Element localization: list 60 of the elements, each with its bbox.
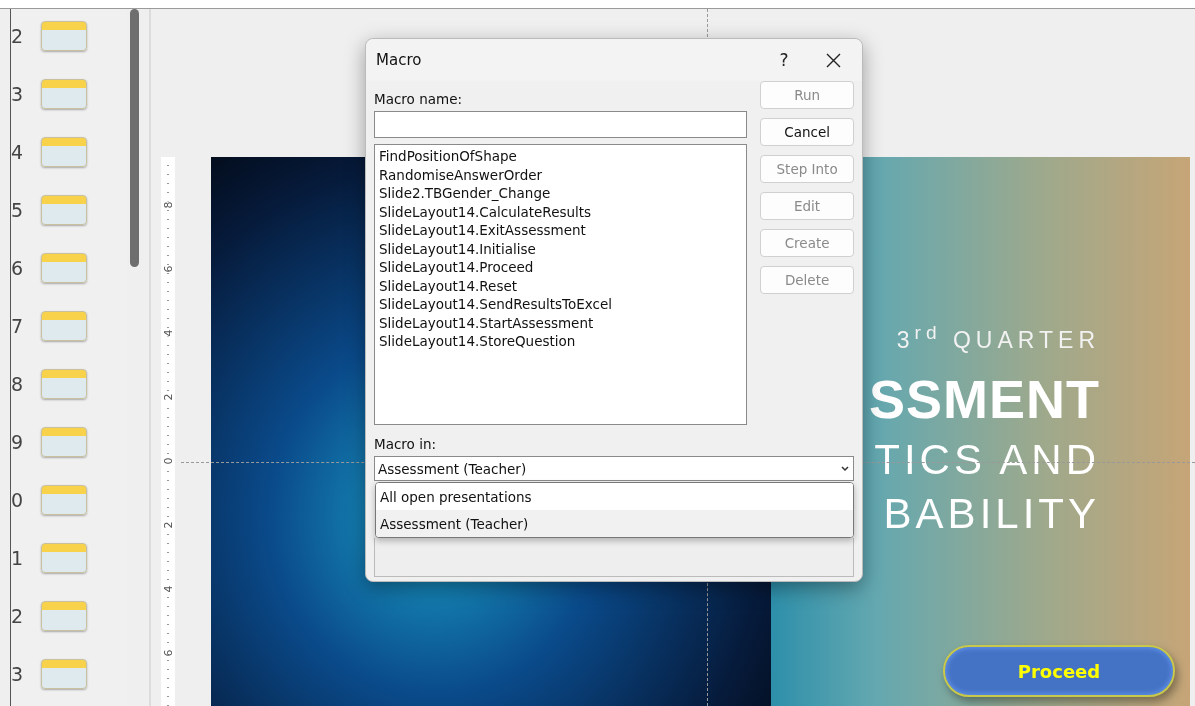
- slide-number: 7: [11, 315, 25, 337]
- slide-title: SSMENT: [868, 369, 1100, 430]
- ruler-number: 6: [162, 265, 174, 273]
- ruler-number: 4: [162, 585, 174, 593]
- slide-number: 1: [11, 547, 25, 569]
- ruler-number: 6: [162, 649, 174, 657]
- slide-title: BABILITY: [883, 491, 1100, 538]
- slide-thumbnail[interactable]: [41, 485, 87, 515]
- macro-list-item[interactable]: RandomiseAnswerOrder: [378, 165, 544, 184]
- slide-title: TICS AND: [874, 437, 1100, 484]
- slide-thumbnail[interactable]: [41, 21, 87, 51]
- slide-thumbnail[interactable]: [41, 79, 87, 109]
- slide-number: 3: [11, 663, 25, 685]
- dropdown-option[interactable]: All open presentations: [376, 483, 853, 510]
- slide-number: 3: [11, 83, 25, 105]
- slide-number: 0: [11, 489, 25, 511]
- scrollbar-thumb[interactable]: [129, 9, 139, 267]
- dialog-title: Macro: [376, 51, 423, 69]
- slide-number: 4: [11, 141, 25, 163]
- macro-name-field[interactable]: [374, 111, 748, 138]
- slide-number: 2: [11, 25, 25, 47]
- slide-thumbnail[interactable]: [41, 369, 87, 399]
- chevron-down-icon: [840, 464, 850, 473]
- ruler-number: 0: [162, 457, 174, 465]
- help-button[interactable]: ?: [764, 43, 804, 77]
- macro-list-item[interactable]: SlideLayout14.Reset: [378, 276, 519, 295]
- close-icon: [825, 52, 841, 68]
- macro-list-item[interactable]: SlideLayout14.CalculateResults: [378, 202, 593, 221]
- dropdown-option[interactable]: Assessment (Teacher): [376, 510, 853, 537]
- slide-subtitle: 3$^{rd}$ QUARTER: [896, 322, 1100, 354]
- slide-number: 5: [11, 199, 25, 221]
- ruler-number: 2: [162, 393, 174, 401]
- ruler-number: 8: [162, 201, 174, 209]
- slide-number: 8: [11, 373, 25, 395]
- macro-list-item[interactable]: FindPositionOfShape: [378, 147, 518, 166]
- slide-thumbnail[interactable]: [41, 601, 87, 631]
- slide-number: 2: [11, 605, 25, 627]
- dialog-button[interactable]: Cancel: [760, 118, 854, 146]
- slide-thumbnail[interactable]: [41, 137, 87, 167]
- macro-list-item[interactable]: SlideLayout14.ExitAssessment: [378, 221, 587, 240]
- slide-thumbnail[interactable]: [41, 543, 87, 573]
- macro-list-item[interactable]: Slide2.TBGender_Change: [378, 184, 552, 203]
- macro-list-item[interactable]: SlideLayout14.Initialise: [378, 239, 537, 258]
- slide-thumbnail[interactable]: [41, 195, 87, 225]
- macro-list-item[interactable]: SlideLayout14.StoreQuestion: [378, 332, 577, 351]
- proceed-button[interactable]: Proceed: [943, 645, 1175, 698]
- macro-in-dropdown[interactable]: Assessment (Teacher): [374, 456, 854, 481]
- slide-thumbnail[interactable]: [41, 427, 87, 457]
- macro-list-item[interactable]: SlideLayout14.Proceed: [378, 258, 535, 277]
- slide-number: 6: [11, 257, 25, 279]
- ruler-number: 4: [162, 329, 174, 337]
- slide-thumbnail[interactable]: [41, 659, 87, 689]
- macro-list-item[interactable]: SlideLayout14.SendResultsToExcel: [378, 295, 614, 314]
- field-label: Macro name:: [374, 91, 462, 107]
- slide-number: 9: [11, 431, 25, 453]
- slide-thumbnail[interactable]: [41, 253, 87, 283]
- slide-thumbnail[interactable]: [41, 311, 87, 341]
- field-label: Macro in:: [374, 436, 436, 452]
- macro-list-item[interactable]: SlideLayout14.StartAssessment: [378, 313, 595, 332]
- ruler-number: 2: [162, 521, 174, 529]
